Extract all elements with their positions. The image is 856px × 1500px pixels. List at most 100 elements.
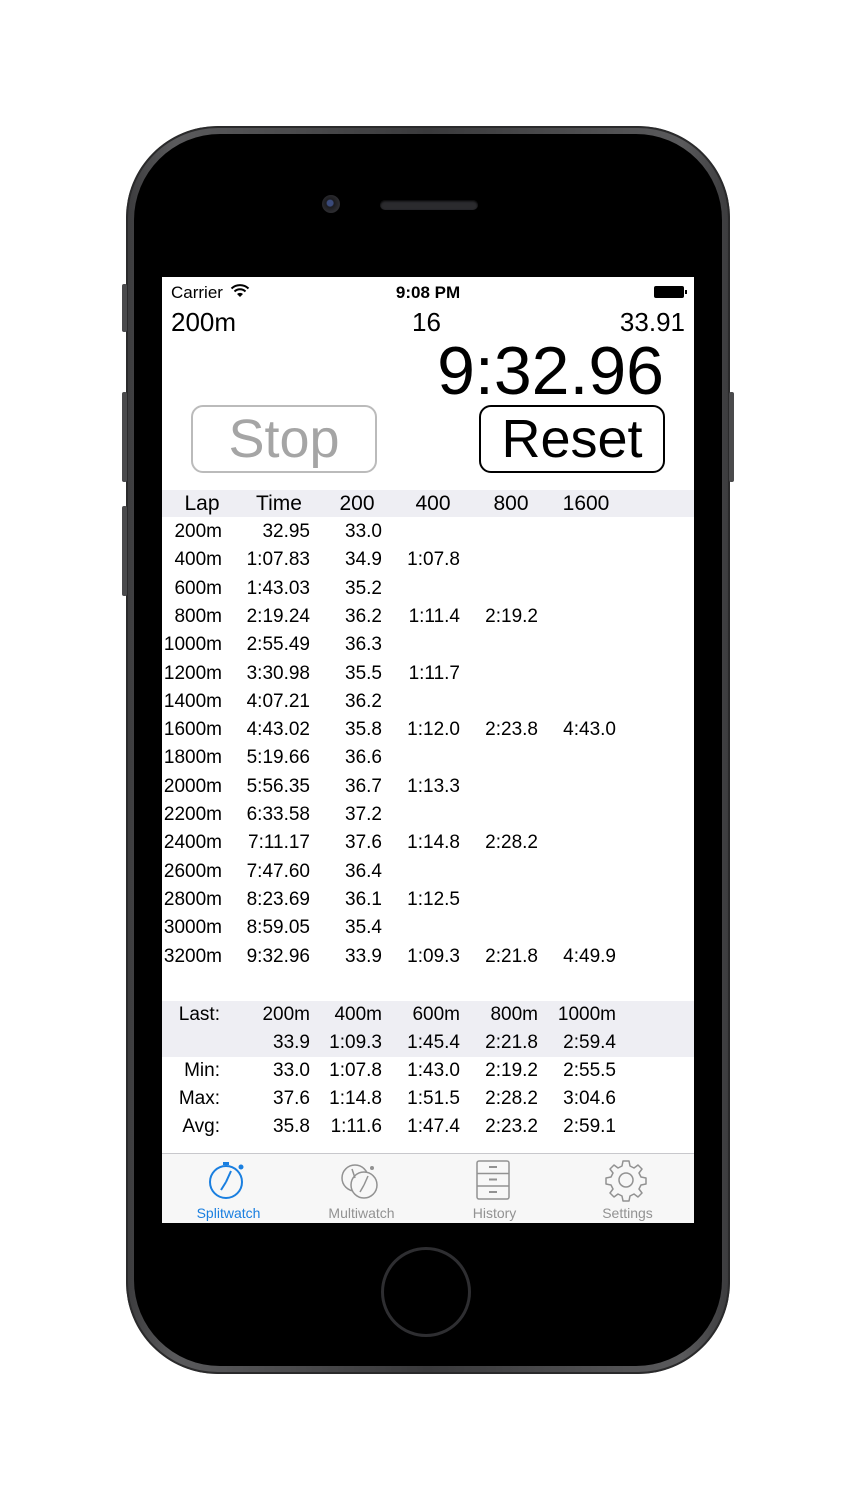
split-200: 33.0 <box>345 521 382 542</box>
stopwatch-icon <box>209 1162 244 1199</box>
max-value: 2:28.2 <box>485 1088 538 1109</box>
avg-value: 1:11.6 <box>330 1116 382 1137</box>
split-800: 2:21.8 <box>485 945 538 967</box>
status-clock: 9:08 PM <box>395 283 461 302</box>
lap-distance: 2600m <box>163 860 222 882</box>
max-value: 1:14.8 <box>329 1088 382 1109</box>
lap-distance: 3000m <box>163 917 222 939</box>
table-row: 1800m 5:19.66 36.6 <box>162 744 694 772</box>
table-row: 2000m 5:56.35 36.7 1:13.3 <box>162 773 694 801</box>
lap-time: 7:11.17 <box>248 832 310 854</box>
lap-time: 6:33.58 <box>246 804 310 825</box>
split-800: 2:28.2 <box>485 832 538 854</box>
split-200: 35.2 <box>345 577 382 599</box>
max-label: Max: <box>178 1088 220 1109</box>
gear-icon <box>605 1160 647 1202</box>
max-value: 37.6 <box>273 1088 310 1109</box>
table-row: 600m 1:43.03 35.2 <box>162 575 694 603</box>
tab-multiwatch[interactable]: Multiwatch <box>295 1154 428 1223</box>
lap-distance: 800m <box>174 605 222 627</box>
split-400: 1:14.8 <box>407 832 460 854</box>
lap-time: 3:30.98 <box>246 662 310 684</box>
min-label: Min: <box>184 1060 220 1081</box>
table-row: 200m 32.95 33.0 <box>162 518 694 546</box>
last-label: Last: <box>178 1004 220 1025</box>
lap-time: 8:59.05 <box>246 917 310 939</box>
max-row: Max: 37.6 1:14.8 1:51.5 2:28.2 3:04.6 <box>162 1085 694 1113</box>
max-value: 1:51.5 <box>407 1088 460 1109</box>
column-header-400: 400 <box>415 492 451 515</box>
avg-value: 2:59.1 <box>563 1116 616 1137</box>
front-camera <box>322 195 340 213</box>
lap-time: 1:43.03 <box>246 577 310 599</box>
column-header-1600: 1600 <box>562 492 610 515</box>
lap-time: 4:07.21 <box>246 690 310 712</box>
last-value: 2:59.4 <box>563 1032 616 1053</box>
lap-distance: 1600m <box>163 719 222 741</box>
lap-time: 32.95 <box>262 521 310 542</box>
lap-time: 2:19.24 <box>246 605 310 627</box>
column-header-800: 800 <box>493 492 529 515</box>
reset-button[interactable]: Reset <box>479 405 665 473</box>
battery-icon <box>654 286 687 298</box>
split-200: 35.4 <box>345 917 382 939</box>
table-row: 2200m 6:33.58 37.2 <box>162 801 694 829</box>
tab-label: Settings <box>602 1205 653 1221</box>
table-row: 2400m 7:11.17 37.6 1:14.8 2:28.2 <box>162 829 694 857</box>
lap-distance: 2000m <box>163 775 222 797</box>
power-button <box>729 392 734 482</box>
last-value: 1:45.4 <box>407 1032 460 1053</box>
min-value: 1:43.0 <box>407 1060 460 1081</box>
lap-distance: 200m <box>174 521 222 542</box>
table-row: 1000m 2:55.49 36.3 <box>162 631 694 659</box>
table-row: 400m 1:07.83 34.9 1:07.8 <box>162 546 694 574</box>
split-800: 2:19.2 <box>485 605 538 627</box>
lap-time: 8:23.69 <box>246 888 310 910</box>
lap-distance: 1200m <box>163 662 222 684</box>
file-cabinet-icon <box>476 1160 510 1200</box>
split-200: 36.1 <box>345 888 382 910</box>
split-200: 35.8 <box>345 719 382 741</box>
min-row: Min: 33.0 1:07.8 1:43.0 2:19.2 2:55.5 <box>162 1057 694 1085</box>
min-value: 33.0 <box>273 1060 310 1081</box>
split-200: 36.2 <box>345 690 382 712</box>
lap-distance: 1000m <box>163 634 222 656</box>
volume-down-button <box>122 506 127 596</box>
splits-table-header: Lap Time 200 400 800 1600 <box>162 490 694 517</box>
earpiece-speaker <box>380 200 478 210</box>
avg-value: 2:23.2 <box>485 1116 538 1137</box>
table-row: 800m 2:19.24 36.2 1:11.4 2:19.2 <box>162 603 694 631</box>
table-row: 1600m 4:43.02 35.8 1:12.0 2:23.8 4:43.0 <box>162 716 694 744</box>
split-1600: 4:43.0 <box>563 719 616 741</box>
split-1600: 4:49.9 <box>563 945 616 967</box>
tab-settings[interactable]: Settings <box>561 1154 694 1223</box>
tab-history[interactable]: History <box>428 1154 561 1223</box>
avg-value: 35.8 <box>273 1116 310 1137</box>
split-400: 1:13.3 <box>407 775 460 797</box>
split-200: 35.5 <box>345 662 382 684</box>
min-value: 2:19.2 <box>485 1060 538 1081</box>
split-800: 2:23.8 <box>485 719 538 741</box>
split-400: 1:11.4 <box>408 605 460 627</box>
last-values-row: 33.9 1:09.3 1:45.4 2:21.8 2:59.4 <box>162 1029 694 1057</box>
tab-splitwatch[interactable]: Splitwatch <box>162 1154 295 1223</box>
home-button[interactable] <box>381 1247 471 1337</box>
mute-switch <box>122 284 127 332</box>
lap-time: 7:47.60 <box>246 860 310 882</box>
lap-distance: 2200m <box>163 804 222 825</box>
tab-label: History <box>472 1205 517 1221</box>
lap-time: 4:43.02 <box>246 719 310 741</box>
stop-button[interactable]: Stop <box>191 405 377 473</box>
last-value: 2:21.8 <box>485 1032 538 1053</box>
max-value: 3:04.6 <box>563 1088 616 1109</box>
lap-distance: 600m <box>174 577 222 599</box>
last-distance: 200m <box>262 1004 310 1025</box>
split-400: 1:12.5 <box>407 888 460 910</box>
split-400: 1:11.7 <box>408 662 460 684</box>
table-row: 3000m 8:59.05 35.4 <box>162 914 694 942</box>
table-row: 1200m 3:30.98 35.5 1:11.7 <box>162 660 694 688</box>
split-200: 36.3 <box>345 634 382 656</box>
split-200: 36.4 <box>345 860 382 882</box>
tab-label: Splitwatch <box>196 1205 261 1221</box>
table-row: 1400m 4:07.21 36.2 <box>162 688 694 716</box>
